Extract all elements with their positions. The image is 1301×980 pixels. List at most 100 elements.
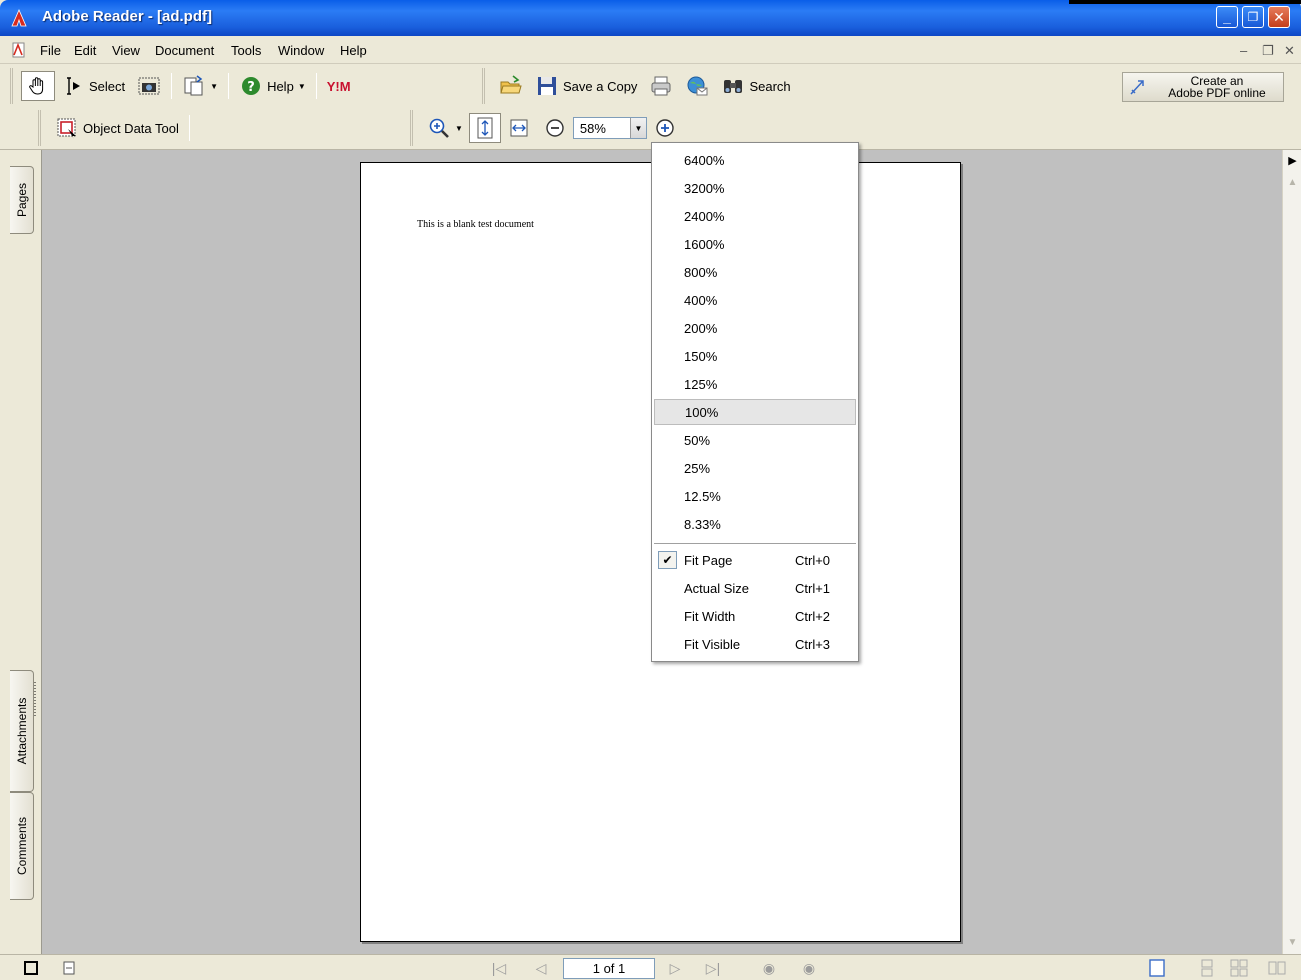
restore-button[interactable]: ❐: [1242, 6, 1264, 28]
single-page-icon: [24, 961, 38, 975]
zoom-option-3200[interactable]: 3200%: [654, 175, 856, 201]
zoom-option-12-5[interactable]: 12.5%: [654, 483, 856, 509]
single-page-layout-button[interactable]: [1146, 958, 1168, 978]
zoom-fit-width-item[interactable]: Fit Width Ctrl+2: [654, 603, 856, 629]
zoom-in-icon: [656, 119, 674, 137]
snapshot-tool-button[interactable]: [131, 71, 167, 101]
zoom-level-select[interactable]: 58% ▼: [572, 117, 647, 139]
previous-view-button[interactable]: ◉: [758, 958, 780, 978]
hand-tool-button[interactable]: [21, 71, 55, 101]
tab-attachments[interactable]: Attachments: [10, 670, 34, 792]
close-button[interactable]: ✕: [1268, 6, 1290, 28]
fit-page-icon: [477, 117, 493, 139]
camera-icon: [138, 77, 160, 95]
help-button[interactable]: ? Help ▼: [233, 71, 312, 101]
fit-page-shortcut: Ctrl+0: [795, 552, 831, 568]
email-button[interactable]: [679, 71, 715, 101]
close-icon: ✕: [1273, 8, 1285, 25]
mdi-minimize-button[interactable]: –: [1240, 43, 1247, 58]
fit-width-icon: [510, 119, 528, 137]
object-data-tool-button[interactable]: Object Data Tool: [49, 113, 185, 143]
page-number-field[interactable]: 1 of 1: [563, 958, 655, 979]
zoom-out-button[interactable]: [537, 113, 573, 143]
minimize-button[interactable]: _: [1216, 6, 1238, 28]
create-pdf-online-button[interactable]: Create an Adobe PDF online: [1122, 72, 1284, 102]
zoom-in-tool-button[interactable]: ▼: [421, 113, 469, 143]
open-button[interactable]: [493, 71, 529, 101]
menu-divider: [654, 543, 856, 544]
zoom-option-125[interactable]: 125%: [654, 371, 856, 397]
scroll-up-button[interactable]: ▲: [1284, 174, 1301, 191]
vertical-scrollbar[interactable]: ▶ ▲ ▼: [1282, 150, 1301, 954]
zoom-option-400[interactable]: 400%: [654, 287, 856, 313]
zoom-option-1600[interactable]: 1600%: [654, 231, 856, 257]
toolbar-separator: [228, 73, 230, 99]
fit-width-label: Fit Width: [684, 608, 736, 624]
menu-tools[interactable]: Tools: [231, 43, 261, 58]
menu-edit[interactable]: Edit: [74, 43, 96, 58]
menu-help[interactable]: Help: [340, 43, 367, 58]
zoom-dropdown-menu: 6400% 3200% 2400% 1600% 800% 400% 200% 1…: [651, 142, 859, 662]
page-properties-icon[interactable]: [58, 958, 80, 978]
continuous-layout-button[interactable]: [1196, 958, 1218, 978]
last-page-button[interactable]: ▷|: [702, 958, 724, 978]
zoom-option-6400[interactable]: 6400%: [654, 147, 856, 173]
zoom-in-button[interactable]: [647, 113, 683, 143]
svg-text:?: ?: [247, 80, 255, 95]
hand-icon: [29, 77, 44, 95]
tab-pages[interactable]: Pages: [10, 166, 34, 234]
save-copy-button[interactable]: Save a Copy: [529, 71, 643, 101]
select-tool-button[interactable]: Select: [55, 71, 131, 101]
print-button[interactable]: [643, 71, 679, 101]
adobe-reader-logo-icon: [11, 9, 27, 27]
continuous-facing-layout-button[interactable]: [1228, 958, 1250, 978]
mdi-restore-button[interactable]: ❐: [1262, 43, 1274, 59]
file-toolbar: Save a Copy Search: [482, 68, 797, 104]
chevron-down-icon: ▼: [210, 81, 219, 91]
fit-width-button[interactable]: [501, 113, 537, 143]
zoom-fit-visible-item[interactable]: Fit Visible Ctrl+3: [654, 631, 856, 657]
first-page-button[interactable]: |◁: [488, 958, 510, 978]
menu-window[interactable]: Window: [278, 43, 324, 58]
scroll-down-button[interactable]: ▼: [1284, 934, 1301, 951]
menu-file[interactable]: File: [40, 43, 61, 58]
zoom-option-8-33[interactable]: 8.33%: [654, 511, 856, 537]
zoom-option-800[interactable]: 800%: [654, 259, 856, 285]
navigation-panel: Pages Attachments Comments: [0, 150, 42, 954]
menu-view[interactable]: View: [112, 43, 140, 58]
text-select-icon: [67, 77, 80, 95]
zoom-option-200[interactable]: 200%: [654, 315, 856, 341]
zoom-fit-page-item[interactable]: ✔ Fit Page Ctrl+0: [654, 547, 856, 573]
search-button[interactable]: Search: [715, 71, 796, 101]
zoom-option-25[interactable]: 25%: [654, 455, 856, 481]
restore-icon: ❐: [1247, 10, 1259, 24]
mdi-close-button[interactable]: ✕: [1284, 43, 1295, 59]
zoom-option-150[interactable]: 150%: [654, 343, 856, 369]
help-label: Help: [267, 78, 294, 94]
document-text: This is a blank test document: [417, 219, 534, 230]
help-icon: ?: [242, 77, 261, 95]
menu-document[interactable]: Document: [155, 43, 214, 58]
title-bar[interactable]: Adobe Reader - [ad.pdf] _ ❐ ✕: [0, 0, 1301, 36]
continuous-layout-icon: [1201, 959, 1213, 977]
fit-visible-shortcut: Ctrl+3: [795, 636, 831, 652]
fit-page-button[interactable]: [468, 113, 501, 143]
next-page-button[interactable]: ▷: [664, 958, 686, 978]
previous-page-button[interactable]: ◁: [530, 958, 552, 978]
page-thumbnail-icon[interactable]: [20, 958, 42, 978]
single-page-layout-icon: [1149, 959, 1165, 977]
yahoo-messenger-button[interactable]: Y!M: [321, 76, 357, 97]
create-pdf-line2: Adobe PDF online: [1168, 86, 1266, 100]
facing-layout-button[interactable]: [1266, 958, 1288, 978]
zoom-actual-size-item[interactable]: Actual Size Ctrl+1: [654, 575, 856, 601]
tab-comments[interactable]: Comments: [10, 792, 34, 900]
next-view-button[interactable]: ◉: [798, 958, 820, 978]
zoom-option-50[interactable]: 50%: [654, 427, 856, 453]
document-menu-icon[interactable]: [10, 42, 28, 58]
options-arrow-icon[interactable]: ▶: [1284, 152, 1301, 168]
zoom-option-100[interactable]: 100%: [654, 399, 856, 425]
pages-icon: [184, 75, 203, 96]
page-layout-button[interactable]: ▼: [176, 71, 224, 101]
zoom-option-2400[interactable]: 2400%: [654, 203, 856, 229]
chevron-down-icon[interactable]: ▼: [629, 118, 646, 138]
